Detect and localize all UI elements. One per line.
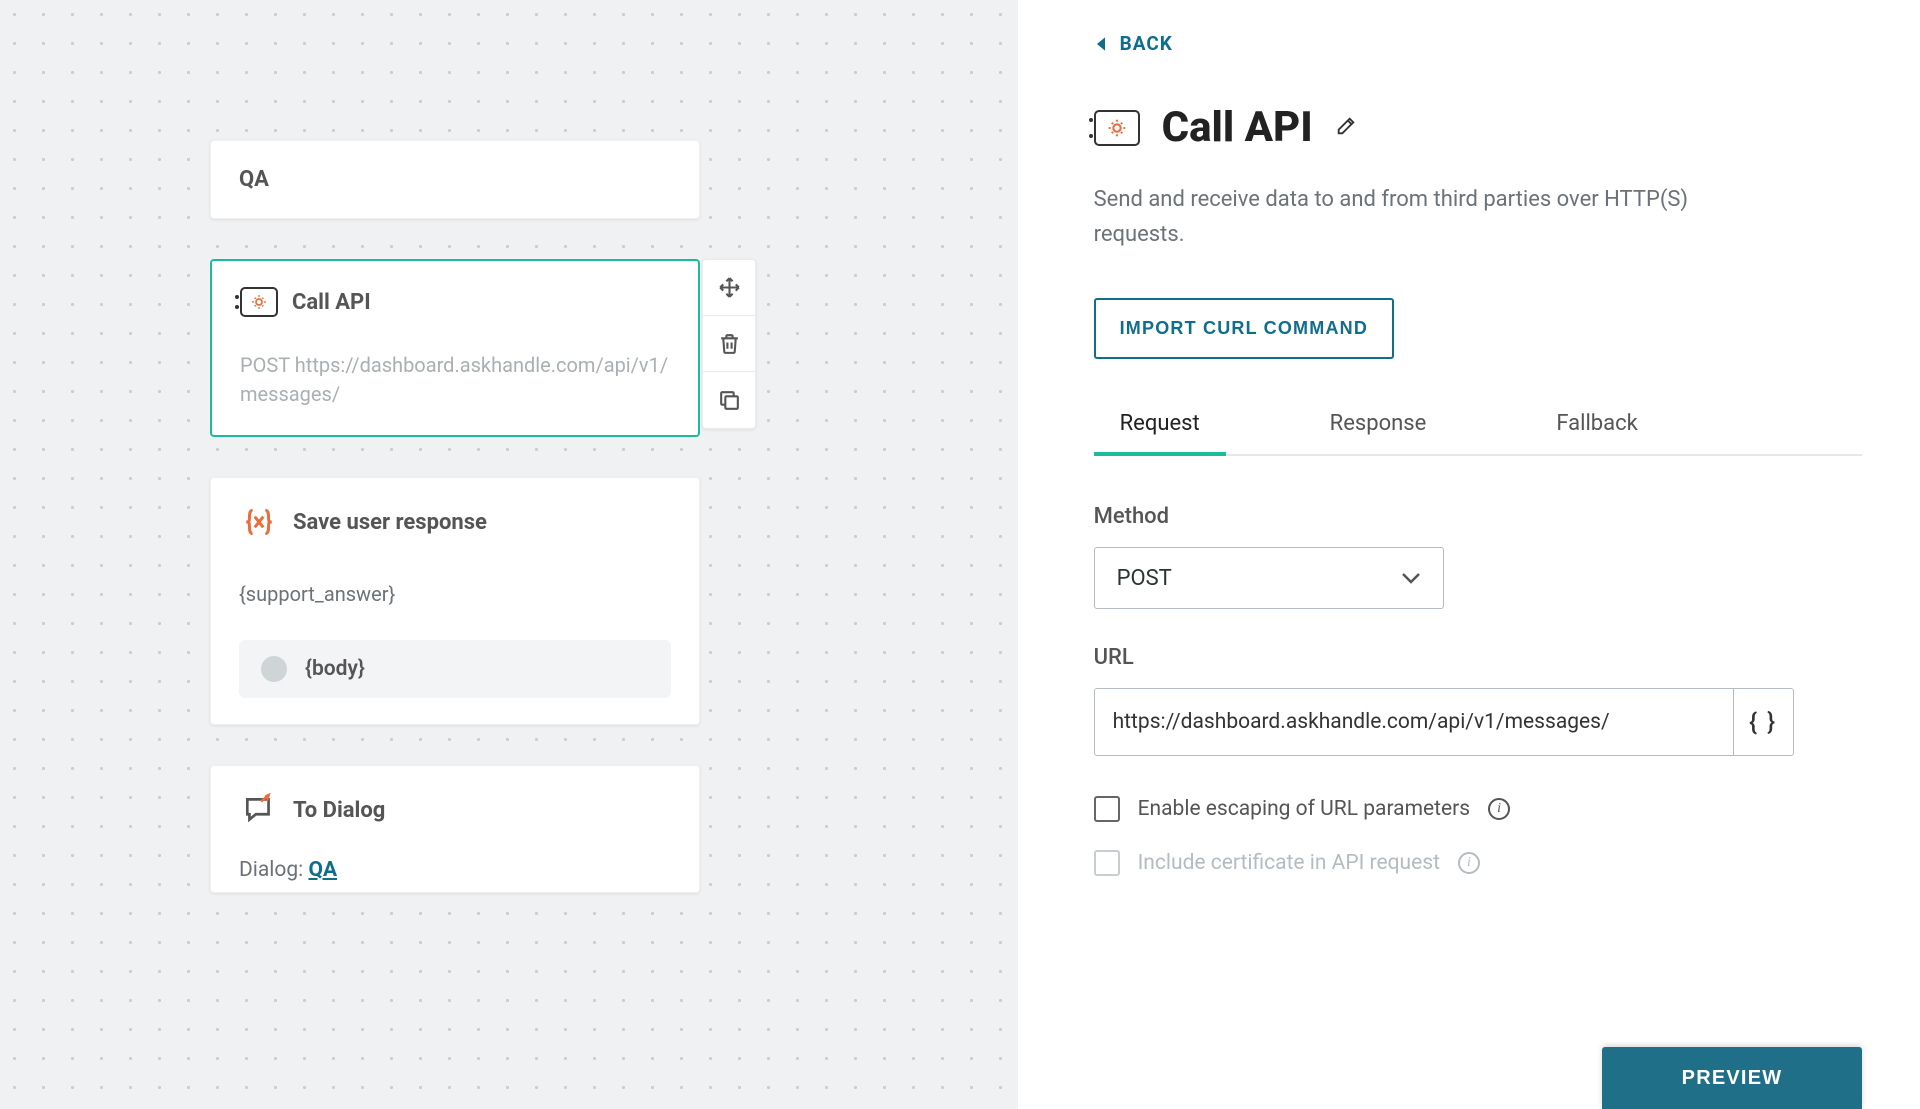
tab-response[interactable]: Response [1330, 411, 1427, 454]
chip-text: {body} [305, 657, 365, 681]
method-select[interactable]: POST [1094, 547, 1444, 609]
dialog-link-label: Dialog: [239, 858, 308, 882]
api-icon [1094, 110, 1140, 146]
url-input[interactable] [1095, 710, 1733, 734]
panel-title-row: Call API [1094, 103, 1862, 152]
escape-url-label: Enable escaping of URL parameters [1138, 797, 1471, 821]
node-to-dialog[interactable]: To Dialog Dialog: QA [210, 765, 700, 893]
node-title: Save user response [293, 510, 487, 535]
node-call-api[interactable]: Call API POST https://dashboard.askhandl… [210, 259, 700, 437]
node-header: Save user response [239, 504, 671, 540]
import-curl-button[interactable]: IMPORT CURL COMMAND [1094, 298, 1394, 359]
flow-header-card[interactable]: QA [210, 140, 700, 219]
dialog-target-line: Dialog: QA [239, 858, 671, 882]
method-label: Method [1094, 504, 1862, 529]
panel-description: Send and receive data to and from third … [1094, 182, 1734, 252]
node-header: To Dialog [239, 792, 671, 828]
flow-header-title: QA [239, 167, 671, 192]
method-value: POST [1117, 566, 1172, 591]
flow-column: QA Call API POST https://dashboard.askha… [210, 140, 700, 893]
include-cert-checkbox [1094, 850, 1120, 876]
back-label: BACK [1120, 32, 1173, 55]
node-header: Call API [240, 287, 670, 317]
details-panel: BACK Call API Send and receive data to a… [1018, 0, 1920, 1109]
insert-variable-button[interactable]: { } [1733, 689, 1793, 755]
move-node-button[interactable] [703, 260, 755, 316]
chip-dot-icon [261, 656, 287, 682]
tab-fallback[interactable]: Fallback [1556, 411, 1637, 454]
tabs: Request Response Fallback [1094, 411, 1862, 456]
preview-button[interactable]: PREVIEW [1602, 1047, 1862, 1109]
back-arrow-icon [1094, 36, 1108, 52]
escape-url-row[interactable]: Enable escaping of URL parameters i [1094, 796, 1862, 822]
escape-url-checkbox[interactable] [1094, 796, 1120, 822]
dialog-link[interactable]: QA [308, 858, 337, 882]
variable-icon [239, 504, 279, 540]
info-icon[interactable]: i [1488, 798, 1510, 820]
node-title: Call API [292, 290, 371, 315]
duplicate-node-button[interactable] [703, 372, 755, 428]
node-title: To Dialog [293, 798, 385, 823]
response-chip: {body} [239, 640, 671, 698]
delete-node-button[interactable] [703, 316, 755, 372]
url-label: URL [1094, 645, 1862, 670]
info-icon[interactable]: i [1458, 852, 1480, 874]
edit-title-button[interactable] [1335, 115, 1357, 141]
tab-request[interactable]: Request [1120, 411, 1200, 454]
dialog-icon [239, 792, 279, 828]
api-icon [240, 287, 278, 317]
node-save-response[interactable]: Save user response {support_answer} {bod… [210, 477, 700, 725]
node-toolbar [702, 259, 756, 429]
include-cert-row: Include certificate in API request i [1094, 850, 1862, 876]
url-field: { } [1094, 688, 1794, 756]
back-button[interactable]: BACK [1094, 32, 1862, 55]
node-subtitle: POST https://dashboard.askhandle.com/api… [240, 351, 670, 409]
include-cert-label: Include certificate in API request [1138, 851, 1440, 875]
panel-title: Call API [1162, 103, 1313, 152]
chevron-down-icon [1401, 571, 1421, 585]
flow-canvas[interactable]: QA Call API POST https://dashboard.askha… [0, 0, 1018, 1109]
node-variable: {support_answer} [239, 582, 671, 606]
